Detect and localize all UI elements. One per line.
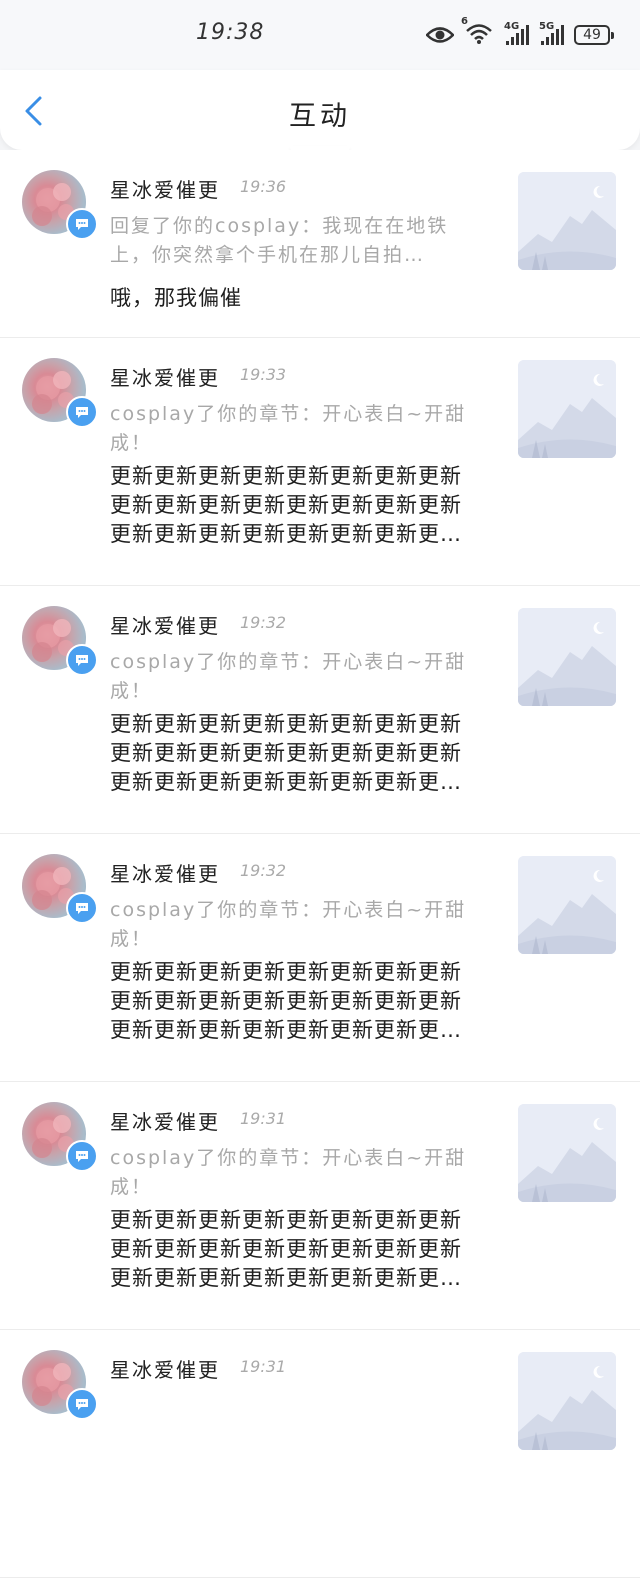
page-title: 互动: [289, 101, 351, 132]
content-thumbnail[interactable]: [518, 1352, 616, 1450]
message-body: 更新更新更新更新更新更新更新更新更新更新更新更新更新更新更新更新更新更新更新更新…: [110, 464, 462, 546]
interaction-summary: cosplay了你的章节：开心表白~开甜成！: [110, 403, 467, 454]
comment-badge-icon: [66, 396, 98, 428]
wifi-label: 6: [461, 16, 468, 27]
notification-item[interactable]: 星冰爱催更 19:31: [0, 1330, 640, 1578]
avatar-wrap[interactable]: [22, 606, 98, 676]
status-time: 19:38: [196, 20, 265, 45]
interaction-summary: cosplay了你的章节：开心表白~开甜成！: [110, 651, 467, 702]
timestamp: 19:31: [240, 1109, 287, 1128]
user-name[interactable]: 星冰爱催更: [110, 1106, 220, 1135]
timestamp: 19:33: [240, 365, 287, 384]
sim1-label: 4G: [504, 20, 520, 32]
image-placeholder-icon: [518, 1352, 616, 1450]
content-thumbnail[interactable]: [518, 1104, 616, 1202]
notification-item[interactable]: 星冰爱催更 19:31 cosplay了你的章节：开心表白~开甜成！ 更新更新更…: [0, 1082, 640, 1330]
wifi-icon: [466, 24, 492, 44]
interaction-summary: cosplay了你的章节：开心表白~开甜成！: [110, 899, 467, 950]
comment-badge-icon: [66, 892, 98, 924]
message-body: 更新更新更新更新更新更新更新更新更新更新更新更新更新更新更新更新更新更新更新更新…: [110, 712, 462, 794]
comment-badge-icon: [66, 1388, 98, 1420]
status-icons: 6 4G 5G 49: [426, 16, 614, 47]
signal-4g-icon: 4G: [504, 21, 529, 45]
content-thumbnail[interactable]: [518, 172, 616, 270]
app-header: 互动: [0, 70, 640, 150]
content-thumbnail[interactable]: [518, 856, 616, 954]
timestamp: 19:36: [240, 177, 287, 196]
notification-item[interactable]: 星冰爱催更 19:32 cosplay了你的章节：开心表白~开甜成！ 更新更新更…: [0, 834, 640, 1082]
interaction-summary: 回复了你的cosplay：我现在在地铁上，你突然拿个手机在那儿自拍…: [110, 215, 449, 266]
avatar-wrap[interactable]: [22, 1350, 98, 1420]
comment-badge-icon: [66, 1140, 98, 1172]
image-placeholder-icon: [518, 608, 616, 706]
message-body: 哦，那我偏催: [110, 286, 242, 310]
battery-level: 49: [583, 26, 601, 43]
battery-icon: 49: [574, 24, 614, 45]
user-name[interactable]: 星冰爱催更: [110, 362, 220, 391]
image-placeholder-icon: [518, 1104, 616, 1202]
avatar-wrap[interactable]: [22, 854, 98, 924]
avatar-wrap[interactable]: [22, 170, 98, 240]
timestamp: 19:32: [240, 861, 287, 880]
image-placeholder-icon: [518, 856, 616, 954]
message-body: 更新更新更新更新更新更新更新更新更新更新更新更新更新更新更新更新更新更新更新更新…: [110, 1208, 462, 1290]
timestamp: 19:31: [240, 1357, 287, 1376]
notification-item[interactable]: 星冰爱催更 19:32 cosplay了你的章节：开心表白~开甜成！ 更新更新更…: [0, 586, 640, 834]
user-name[interactable]: 星冰爱催更: [110, 174, 220, 203]
comment-badge-icon: [66, 644, 98, 676]
content-thumbnail[interactable]: [518, 360, 616, 458]
status-bar: 19:38 6 4G 5G 49: [0, 0, 640, 70]
signal-5g-icon: 5G: [539, 21, 564, 45]
avatar-wrap[interactable]: [22, 358, 98, 428]
message-body: 更新更新更新更新更新更新更新更新更新更新更新更新更新更新更新更新更新更新更新更新…: [110, 960, 462, 1042]
sim2-label: 5G: [539, 20, 555, 32]
comment-badge-icon: [66, 208, 98, 240]
notification-item[interactable]: 星冰爱催更 19:33 cosplay了你的章节：开心表白~开甜成！ 更新更新更…: [0, 338, 640, 586]
notification-list: 星冰爱催更 19:36 回复了你的cosplay：我现在在地铁上，你突然拿个手机…: [0, 150, 640, 1578]
eye-icon: [426, 26, 454, 43]
user-name[interactable]: 星冰爱催更: [110, 858, 220, 887]
image-placeholder-icon: [518, 360, 616, 458]
interaction-summary: cosplay了你的章节：开心表白~开甜成！: [110, 1147, 467, 1198]
avatar-wrap[interactable]: [22, 1102, 98, 1172]
content-thumbnail[interactable]: [518, 608, 616, 706]
notification-item[interactable]: 星冰爱催更 19:36 回复了你的cosplay：我现在在地铁上，你突然拿个手机…: [0, 150, 640, 338]
user-name[interactable]: 星冰爱催更: [110, 1354, 220, 1383]
user-name[interactable]: 星冰爱催更: [110, 610, 220, 639]
timestamp: 19:32: [240, 613, 287, 632]
image-placeholder-icon: [518, 172, 616, 270]
